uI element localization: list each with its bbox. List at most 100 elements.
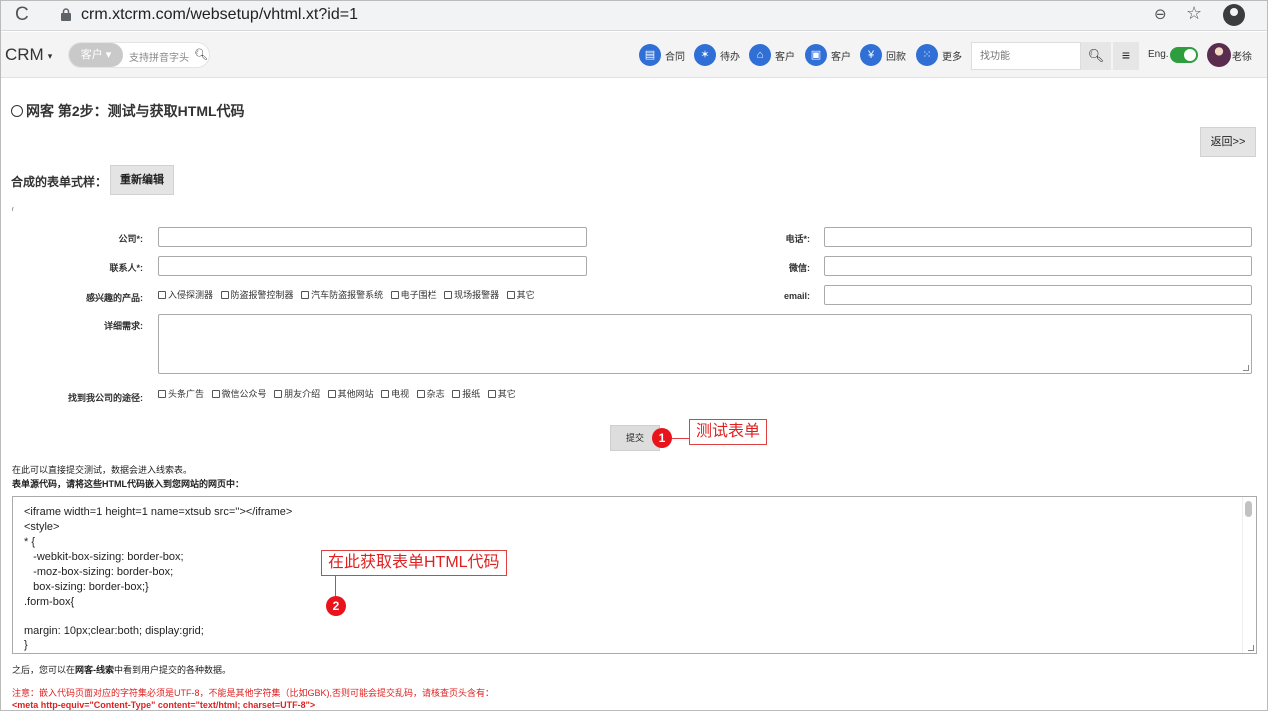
- phone-field[interactable]: [824, 227, 1252, 247]
- function-search-icon[interactable]: 🔍︎: [1081, 42, 1111, 70]
- contact-field[interactable]: [158, 256, 587, 276]
- option-label: 现场报警器: [454, 290, 500, 300]
- contract-icon: ▤: [639, 44, 661, 66]
- option-label: 电视: [391, 389, 410, 399]
- checkbox[interactable]: [220, 291, 229, 299]
- chevron-down-icon: ▾: [47, 50, 53, 61]
- source-option[interactable]: 微信公众号: [211, 387, 267, 400]
- test-info-text: 在此可以直接提交测试，数据会进入线索表。: [12, 465, 193, 475]
- source-option[interactable]: 报纸: [452, 387, 480, 400]
- wechat-field[interactable]: [824, 256, 1252, 276]
- charset-meta-tag: <meta http-equiv="Content-Type" content=…: [12, 700, 316, 710]
- checkbox[interactable]: [452, 390, 461, 398]
- customer-card-icon: ▣: [805, 44, 827, 66]
- quick-link-label: 客户: [831, 52, 851, 63]
- checkbox[interactable]: [487, 390, 496, 398]
- reload-icon[interactable]: C: [15, 4, 29, 26]
- form-sample-label: 合成的表单式样：: [11, 175, 108, 189]
- bank-icon: ⌂: [749, 44, 771, 66]
- checkbox[interactable]: [416, 390, 425, 398]
- avatar[interactable]: [1207, 43, 1231, 67]
- code-line: }: [24, 639, 28, 651]
- company-field[interactable]: [158, 227, 587, 247]
- source-option[interactable]: 头条广告: [158, 387, 204, 400]
- checkbox[interactable]: [327, 390, 336, 398]
- source-option[interactable]: 其它: [487, 387, 516, 400]
- html-code-textarea[interactable]: <iframe width=1 height=1 name=xtsub src=…: [12, 496, 1257, 654]
- option-label: 入侵探测器: [168, 290, 214, 300]
- option-label: 朋友介绍: [284, 389, 321, 399]
- checkbox[interactable]: [444, 291, 453, 299]
- source-label: 找到我公司的途径:: [68, 393, 143, 403]
- bookmark-star-icon[interactable]: ☆: [1186, 3, 1202, 24]
- option-label: 汽车防盗报警系统: [311, 290, 384, 300]
- annotation-leader-2: [335, 576, 336, 597]
- quick-link-label: 回款: [886, 52, 906, 63]
- checkbox[interactable]: [211, 390, 220, 398]
- source-option[interactable]: 杂志: [416, 387, 445, 400]
- address-bar[interactable]: crm.xtcrm.com/websetup/vhtml.xt?id=1: [45, 3, 1215, 27]
- product-option[interactable]: 现场报警器: [444, 288, 499, 301]
- checkbox[interactable]: [390, 291, 399, 299]
- checkbox[interactable]: [301, 291, 310, 299]
- charset-warning: 注意：嵌入代码页面对应的字符集必须是UTF-8，不能是其他字符集（比如GBK),…: [12, 688, 495, 698]
- checkbox[interactable]: [274, 390, 283, 398]
- browser-profile-icon[interactable]: [1223, 4, 1245, 26]
- code-line: margin: 10px;clear:both; display:grid;: [24, 625, 204, 637]
- resize-handle[interactable]: [1248, 645, 1254, 651]
- checkbox[interactable]: [158, 291, 166, 299]
- option-label: 杂志: [426, 389, 445, 399]
- code-line: .form-box{: [24, 596, 75, 608]
- source-checkbox-group: 头条广告 微信公众号 朋友介绍 其他网站 电视 杂志 报纸 其它: [158, 387, 521, 399]
- after-submit-text: 之后，您可以在网客-线索中看到用户提交的各种数据。: [12, 663, 231, 676]
- quick-link-label: 更多: [942, 52, 962, 63]
- language-toggle[interactable]: [1170, 47, 1198, 63]
- product-option[interactable]: 防盗报警控制器: [220, 288, 294, 301]
- email-field[interactable]: [824, 285, 1252, 305]
- crm-logo: CRM: [5, 45, 44, 64]
- source-option[interactable]: 朋友介绍: [274, 387, 320, 400]
- checkbox[interactable]: [158, 390, 166, 398]
- product-option[interactable]: 其它: [506, 288, 535, 301]
- url-text: crm.xtcrm.com/websetup/vhtml.xt?id=1: [81, 6, 358, 23]
- browser-toolbar: C crm.xtcrm.com/websetup/vhtml.xt?id=1 ⊖…: [1, 1, 1267, 31]
- checkbox[interactable]: [381, 390, 390, 398]
- product-option[interactable]: 入侵探测器: [158, 288, 213, 301]
- annotation-badge-1: 1: [652, 428, 672, 448]
- search-type-dropdown[interactable]: 客户 ▾: [69, 43, 123, 67]
- detail-label: 详细需求:: [104, 321, 143, 331]
- resize-handle[interactable]: [1243, 365, 1249, 371]
- user-name[interactable]: 老徐: [1232, 48, 1252, 63]
- search-input[interactable]: 支持拼音字头: [129, 49, 189, 64]
- language-label: Eng.: [1148, 49, 1169, 60]
- checkbox[interactable]: [506, 291, 515, 299]
- code-line: -webkit-box-sizing: border-box;: [24, 551, 184, 563]
- code-scrollbar[interactable]: [1242, 497, 1256, 653]
- option-label: 其他网站: [337, 389, 374, 399]
- hamburger-menu-icon[interactable]: ≡: [1113, 42, 1139, 70]
- source-option[interactable]: 其他网站: [327, 387, 374, 400]
- function-search-input[interactable]: [972, 43, 1080, 69]
- option-label: 防盗报警控制器: [230, 290, 294, 300]
- products-label: 感兴趣的产品:: [86, 293, 143, 303]
- browser-window: C crm.xtcrm.com/websetup/vhtml.xt?id=1 ⊖…: [0, 0, 1268, 711]
- reedit-button[interactable]: 重新编辑: [110, 165, 174, 195]
- yen-icon: ¥: [860, 44, 882, 66]
- back-button[interactable]: 返回>>: [1200, 127, 1256, 157]
- quick-link-label: 客户: [775, 52, 795, 63]
- option-label: 头条广告: [168, 389, 205, 399]
- crm-logo-menu[interactable]: CRM ▾: [5, 45, 52, 66]
- zoom-icon[interactable]: ⊖: [1154, 5, 1167, 23]
- todo-icon: ✶: [694, 44, 716, 66]
- option-label: 报纸: [462, 389, 481, 399]
- product-option[interactable]: 汽车防盗报警系统: [301, 288, 383, 301]
- option-label: 微信公众号: [221, 389, 267, 399]
- detail-textarea[interactable]: [158, 314, 1252, 374]
- product-option[interactable]: 电子围栏: [390, 288, 437, 301]
- function-search-box: [971, 42, 1081, 70]
- code-scrollbar-thumb[interactable]: [1245, 501, 1252, 517]
- quick-link-label: 合同: [665, 52, 685, 63]
- source-option[interactable]: 电视: [381, 387, 409, 400]
- app-header: CRM ▾ 客户 ▾ 支持拼音字头 🔍︎ ▤ 合同 ✶ 待办 ⌂ 客户 ▣ 客户 …: [1, 32, 1267, 78]
- search-icon[interactable]: 🔍︎: [194, 48, 208, 61]
